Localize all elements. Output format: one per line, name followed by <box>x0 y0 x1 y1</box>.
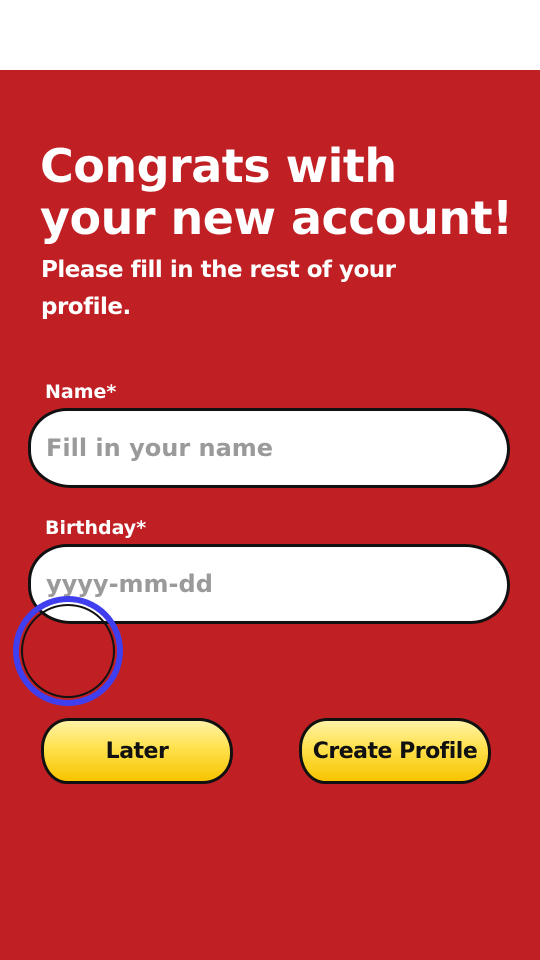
later-button[interactable]: Later <box>41 718 233 784</box>
tap-indicator <box>13 596 123 706</box>
birthday-input[interactable] <box>46 570 507 598</box>
birthday-label: Birthday* <box>45 517 147 539</box>
status-bar <box>0 0 540 70</box>
page-title: Congrats with your new account! <box>40 139 513 245</box>
name-label: Name* <box>45 381 117 403</box>
name-field-container[interactable] <box>28 408 510 488</box>
name-input[interactable] <box>46 434 507 462</box>
page-subtitle: Please fill in the rest of your profile. <box>41 257 396 320</box>
create-profile-button[interactable]: Create Profile <box>299 718 491 784</box>
